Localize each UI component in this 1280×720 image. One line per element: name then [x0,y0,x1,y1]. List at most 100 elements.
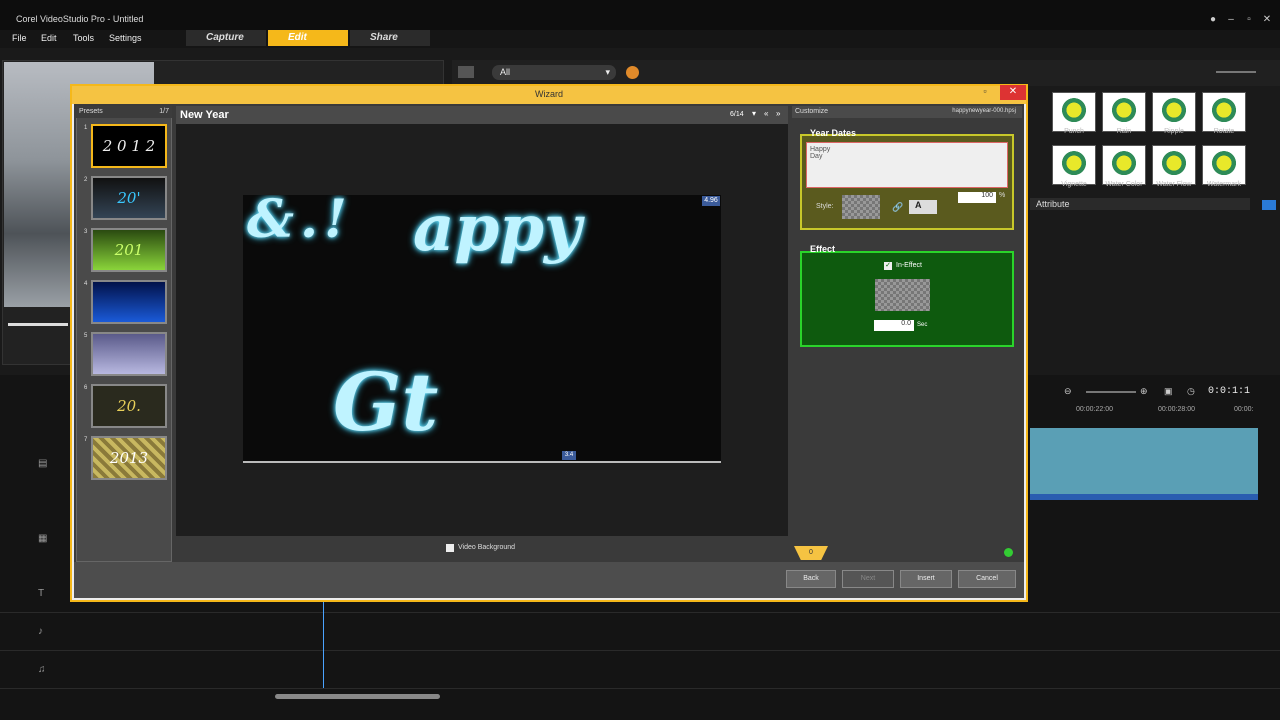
customize-header: Customize happynewyear-000.hpsj [792,106,1022,118]
menu-edit[interactable]: Edit [41,33,57,43]
preset-number: 5 [84,333,88,339]
preset-number: 7 [84,437,88,443]
timeline-scrollbar[interactable] [275,694,440,699]
effect-thumb-ripple[interactable] [1152,92,1196,132]
seconds-input[interactable]: 0.0 [874,320,914,331]
app-title-bar: Corel VideoStudio Pro - Untitled [0,0,1280,30]
preset-item[interactable]: 20' [91,176,167,220]
minimize-icon[interactable]: – [1224,14,1238,26]
step-capture-label: Capture [206,32,244,43]
style-swatch[interactable] [842,195,880,219]
next-icon[interactable]: » [776,109,780,118]
options-icon[interactable] [1262,200,1276,210]
preset-text: 20. [117,397,141,415]
step-share-label: Share [370,32,398,43]
library-filter-select[interactable]: All ▾ [492,65,616,80]
fit-icon[interactable]: ▣ [1164,386,1173,397]
template-page-indicator: 6/14 [730,111,744,118]
seconds-value: 0.0 [901,320,911,327]
effect-label: Punch [1064,128,1084,135]
preset-number: 1 [84,125,88,131]
library-icon[interactable] [458,66,474,78]
effect-label: Vignette [1061,181,1087,188]
preset-item[interactable]: 201 [91,228,167,272]
zoom-in-icon[interactable]: ⊕ [1140,386,1148,397]
wizard-title: Wizard [72,86,1026,104]
title-preview-canvas[interactable]: &.! appy Gt [243,195,721,463]
track-divider [0,650,1280,651]
effect-label: Water Flow [1156,181,1192,188]
scrub-bar[interactable] [8,323,68,326]
step-edit-label: Edit [288,32,307,43]
clock-icon[interactable]: ◷ [1187,386,1195,397]
preset-item[interactable] [91,332,167,376]
timeline-zoom-slider[interactable] [1086,391,1136,393]
globe-icon[interactable] [626,66,639,79]
zoom-out-icon[interactable]: ⊖ [1064,386,1072,397]
size-input[interactable]: 100 [958,192,996,203]
effect-swatch[interactable] [875,279,930,311]
in-effect-checkbox[interactable]: ✓ [884,262,892,270]
previous-icon[interactable]: « [764,109,768,118]
step-share[interactable]: Share [350,30,430,46]
playhead[interactable] [323,598,324,688]
size-value: 100 [981,192,993,199]
cancel-button[interactable]: Cancel [958,570,1016,588]
video-track-icon[interactable]: ▤ [38,458,47,469]
preset-item[interactable] [91,280,167,324]
preset-item[interactable]: 2013 [91,436,167,480]
music-track-icon[interactable]: ♫ [38,664,46,675]
video-background-checkbox[interactable] [446,544,454,552]
track-divider [0,688,1280,689]
effect-thumb-vignette[interactable] [1052,145,1096,185]
timecode-display[interactable]: 0:0:1:1 [1208,386,1250,397]
next-button-label: Next [860,575,876,582]
presets-label: Presets [79,108,103,115]
step-capture[interactable]: Capture [186,30,266,46]
menu-settings[interactable]: Settings [109,33,142,43]
maximize-icon[interactable]: ▫ [978,86,992,98]
preset-text: 20' [117,189,141,207]
help-icon[interactable]: ● [1206,14,1220,26]
effect-thumb-rotate[interactable] [1202,92,1246,132]
animated-title-glyphs: appy [413,195,582,266]
wizard-close-icon[interactable]: ✕ [1000,85,1026,100]
chevron-down-icon[interactable]: ▾ [752,109,756,118]
voice-track-icon[interactable]: ♪ [38,626,43,637]
maximize-icon[interactable]: ▫ [1242,14,1256,26]
add-icon[interactable] [1004,548,1013,557]
presets-header: Presets 1/7 [76,106,172,118]
effect-thumb-water-color[interactable] [1102,145,1146,185]
effect-label: Watermark [1207,181,1241,188]
effect-thumb-punch[interactable] [1052,92,1096,132]
duration-badge: 4.96 [702,196,720,206]
font-button[interactable]: A [909,200,937,214]
back-button[interactable]: Back [786,570,836,588]
title-track-icon[interactable]: T [38,588,44,599]
link-icon[interactable]: 🔗 [892,202,903,213]
back-button-label: Back [803,575,819,582]
effect-thumb-water-flow[interactable] [1152,145,1196,185]
menu-tools[interactable]: Tools [73,33,94,43]
video-clip[interactable] [1030,428,1258,500]
effect-title: Effect [810,244,836,254]
insert-button[interactable]: Insert [900,570,952,588]
effect-thumb-rain[interactable] [1102,92,1146,132]
zoom-slider[interactable] [1216,71,1256,73]
app-title: Corel VideoStudio Pro - Untitled [16,14,144,24]
close-icon[interactable]: ✕ [1260,14,1274,26]
style-label: Style: [816,203,834,210]
menu-file[interactable]: File [12,33,27,43]
effect-thumb-watermark[interactable] [1202,145,1246,185]
next-button[interactable]: Next [842,570,894,588]
step-edit[interactable]: Edit [268,30,348,46]
preset-item[interactable]: 2 0 1 2 [91,124,167,168]
preset-item[interactable]: 20. [91,384,167,428]
time-badge: 3.4 [562,451,576,460]
title-text-input[interactable]: Happy Day [806,142,1008,188]
in-effect-label: In-Effect [896,262,922,269]
insert-button-label: Insert [917,575,935,582]
attribute-tab[interactable]: Attribute [1030,198,1250,210]
overlay-track-icon[interactable]: ▦ [38,533,47,544]
cancel-button-label: Cancel [976,575,998,582]
